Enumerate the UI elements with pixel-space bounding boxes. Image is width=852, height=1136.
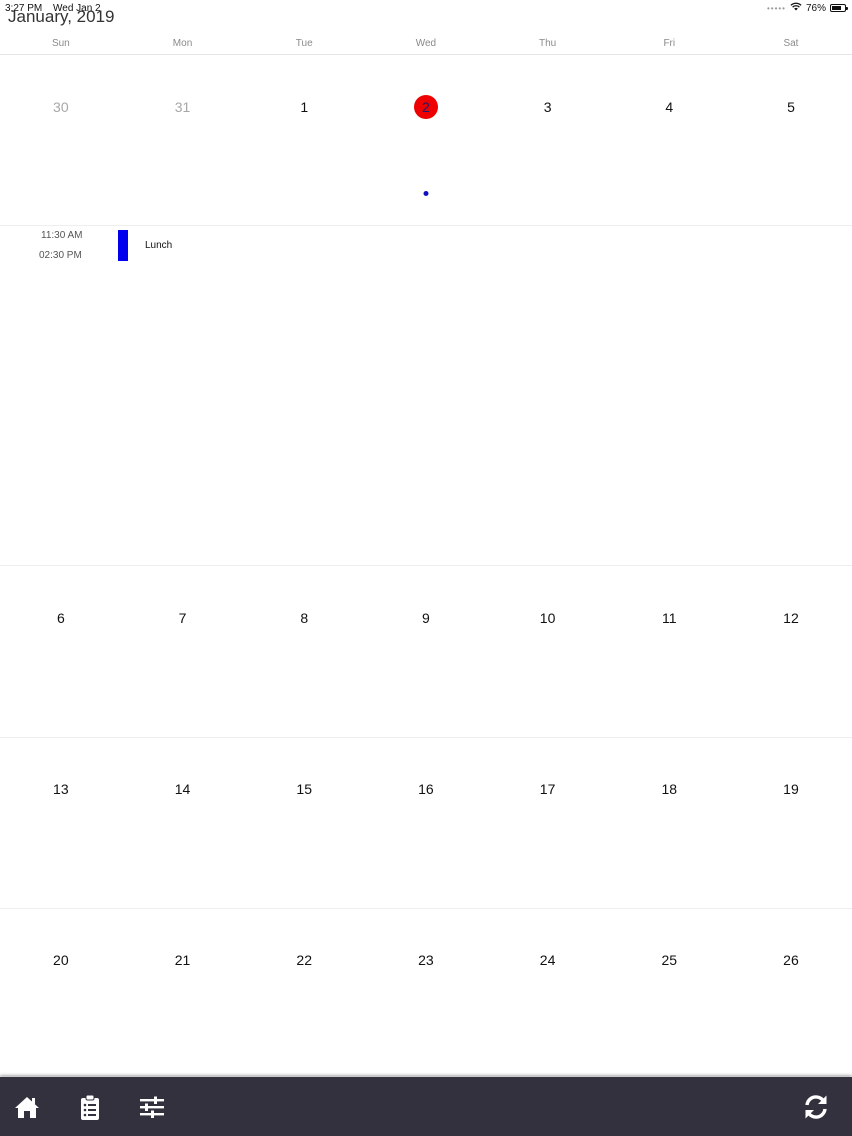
month-title: January, 2019 — [8, 7, 115, 26]
day-cell[interactable]: 8 — [243, 566, 365, 737]
date-number: 6 — [56, 610, 65, 626]
week-row: 13 14 15 16 17 18 19 — [0, 737, 852, 909]
wifi-icon — [790, 2, 802, 14]
day-cell[interactable]: 19 — [730, 737, 852, 908]
weekday-fri: Fri — [663, 38, 676, 49]
date-number: 14 — [174, 781, 191, 797]
date-number: 17 — [539, 781, 556, 797]
day-cell[interactable]: 15 — [243, 737, 365, 908]
day-cell[interactable]: 25 — [608, 908, 730, 1075]
refresh-icon[interactable] — [801, 1092, 831, 1122]
day-cell[interactable]: 30 — [0, 55, 122, 225]
day-cell[interactable]: 6 — [0, 566, 122, 737]
day-cell[interactable]: 20 — [0, 908, 122, 1075]
date-number: 12 — [783, 610, 799, 626]
week-row: 6 7 8 9 10 11 12 — [0, 566, 852, 738]
day-cell[interactable]: 12 — [730, 566, 852, 737]
day-cell[interactable]: 26 — [730, 908, 852, 1075]
event-start-time: 11:30 AM — [41, 230, 83, 241]
day-cell[interactable]: 3 — [487, 55, 609, 225]
status-indicators: ••••• 76% — [766, 2, 848, 14]
event-color-bar — [118, 230, 128, 261]
battery-percent: 76% — [805, 2, 826, 14]
day-cell[interactable]: 5 — [730, 55, 852, 225]
status-bar: 3:27 PM Wed Jan 2 ••••• 76% — [0, 0, 852, 18]
day-cell[interactable]: 17 — [487, 737, 609, 908]
day-cell[interactable]: 13 — [0, 737, 122, 908]
weekday-sat: Sat — [783, 38, 799, 49]
date-number: 26 — [783, 952, 799, 968]
day-cell[interactable]: 31 — [122, 55, 244, 225]
weekday-sun: Sun — [51, 38, 70, 49]
sliders-icon[interactable] — [137, 1092, 167, 1122]
day-cell[interactable]: 4 — [608, 55, 730, 225]
day-cell[interactable]: 14 — [122, 737, 244, 908]
date-number: 21 — [174, 952, 191, 968]
today-date-number: 2 — [413, 95, 438, 119]
date-number: 15 — [296, 781, 312, 797]
day-cell[interactable]: 10 — [487, 566, 609, 737]
battery-icon — [830, 4, 848, 12]
calendar-screen: 3:27 PM Wed Jan 2 ••••• 76% January, 201… — [0, 0, 852, 1136]
day-cell[interactable]: 2 — [365, 55, 487, 225]
date-number: 1 — [300, 99, 309, 115]
day-cell[interactable]: 18 — [608, 737, 730, 908]
date-number: 19 — [783, 781, 799, 797]
date-number: 7 — [178, 610, 187, 626]
day-cell[interactable]: 21 — [122, 908, 244, 1075]
date-number: 23 — [418, 952, 434, 968]
date-number: 30 — [53, 99, 69, 115]
date-number: 18 — [661, 781, 678, 797]
weekday-header: Sun Mon Tue Wed Thu Fri Sat — [0, 36, 852, 55]
day-cell[interactable]: 16 — [365, 737, 487, 908]
event-indicator-dot — [423, 191, 429, 196]
event-list: 11:30 AM 02:30 PM Lunch — [0, 225, 852, 566]
date-number: 13 — [53, 781, 69, 797]
date-number: 4 — [665, 99, 674, 115]
bottom-toolbar — [0, 1077, 852, 1136]
day-cell[interactable]: 11 — [608, 566, 730, 737]
date-number: 20 — [53, 952, 69, 968]
date-number: 11 — [662, 610, 677, 626]
day-cell[interactable]: 1 — [243, 55, 365, 225]
date-number: 8 — [300, 610, 309, 626]
weekday-wed: Wed — [415, 38, 437, 49]
week-row: 30 31 1 2 3 4 5 — [0, 55, 852, 226]
home-icon[interactable] — [12, 1092, 42, 1122]
day-cell[interactable]: 24 — [487, 908, 609, 1075]
event-end-time: 02:30 PM — [39, 250, 82, 261]
week-row: 20 21 22 23 24 25 26 — [0, 908, 852, 1076]
date-number: 25 — [661, 952, 678, 968]
clipboard-icon[interactable] — [75, 1092, 105, 1122]
weekday-mon: Mon — [172, 38, 193, 49]
date-number: 16 — [418, 781, 434, 797]
day-cell[interactable]: 22 — [243, 908, 365, 1075]
date-number: 5 — [787, 99, 795, 115]
weekday-thu: Thu — [538, 38, 557, 49]
day-cell[interactable]: 9 — [365, 566, 487, 737]
date-number: 9 — [422, 610, 430, 626]
date-number: 3 — [543, 99, 552, 115]
day-cell[interactable]: 23 — [365, 908, 487, 1075]
signal-icon: ••••• — [766, 3, 786, 13]
date-number: 22 — [296, 952, 312, 968]
event-title: Lunch — [145, 240, 173, 251]
date-number: 24 — [539, 952, 556, 968]
day-cell[interactable]: 7 — [122, 566, 244, 737]
weekday-tue: Tue — [295, 38, 313, 49]
date-number: 31 — [174, 99, 191, 115]
date-number: 10 — [539, 610, 556, 626]
